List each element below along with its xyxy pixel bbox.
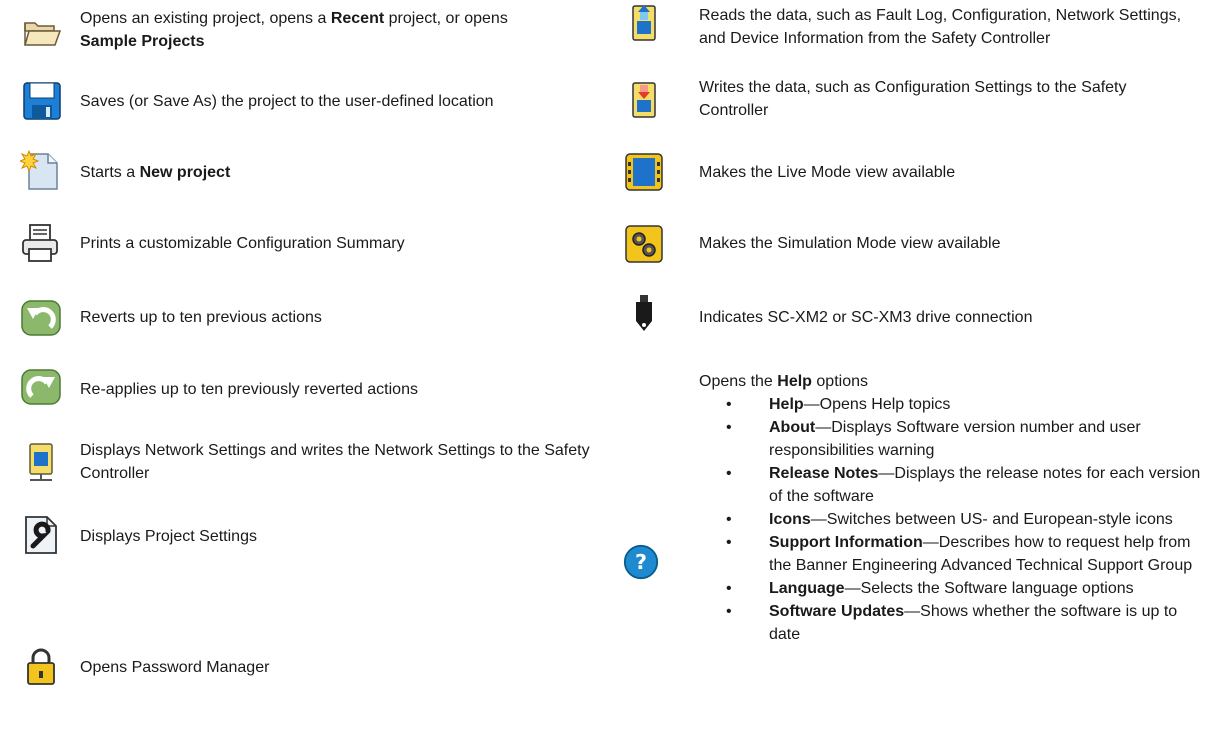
simulation-mode-description: Makes the Simulation Mode view available: [699, 235, 1001, 252]
svg-text:?: ?: [635, 550, 647, 574]
help-icon[interactable]: ?: [623, 544, 659, 580]
list-item: • Language—Selects the Software language …: [726, 580, 1134, 597]
password-description: Opens Password Manager: [80, 659, 270, 676]
project-settings-icon[interactable]: [21, 515, 61, 555]
simulation-mode-icon[interactable]: [624, 224, 664, 264]
list-item: • Icons—Switches between US- and European…: [726, 511, 1173, 528]
drive-description: Indicates SC-XM2 or SC-XM3 drive connect…: [699, 309, 1033, 326]
live-mode-description: Makes the Live Mode view available: [699, 164, 956, 181]
help-options-list: • Help—Opens Help topics • About—Displays …: [699, 393, 1204, 646]
print-description: Prints a customizable Configuration Summ…: [80, 235, 405, 252]
project-settings-description: Displays Project Settings: [80, 528, 257, 545]
list-item: • Support Information—Describes how to re…: [726, 534, 1193, 574]
redo-description: Re-applies up to ten previously reverted…: [80, 381, 418, 398]
new-project-description: Starts a New project: [80, 164, 231, 181]
open-folder-icon[interactable]: [22, 14, 62, 54]
open-description: Opens an existing project, opens a Recen…: [80, 10, 508, 50]
help-intro: Opens the Help options: [699, 373, 868, 390]
write-description: Writes the data, such as Configuration S…: [699, 79, 1127, 119]
read-from-controller-icon[interactable]: [624, 3, 664, 43]
help-description: Opens the Help options • Help—Opens Help …: [699, 370, 1204, 646]
live-mode-icon[interactable]: [624, 152, 664, 192]
padlock-icon[interactable]: [21, 646, 61, 686]
list-item: • Help—Opens Help topics: [726, 396, 951, 413]
new-project-icon[interactable]: [20, 150, 60, 190]
list-item: • Software Updates—Shows whether the soft…: [726, 603, 1178, 643]
printer-icon[interactable]: [20, 223, 60, 263]
save-disk-icon[interactable]: [22, 81, 62, 121]
network-settings-icon[interactable]: [22, 442, 62, 482]
undo-icon[interactable]: [21, 298, 61, 338]
undo-description: Reverts up to ten previous actions: [80, 309, 322, 326]
write-to-controller-icon[interactable]: [624, 80, 664, 120]
network-settings-description: Displays Network Settings and writes the…: [80, 442, 590, 482]
usb-drive-icon: [636, 295, 652, 331]
redo-icon[interactable]: [21, 367, 61, 407]
save-description: Saves (or Save As) the project to the us…: [80, 93, 494, 110]
list-item: • Release Notes—Displays the release note…: [726, 465, 1201, 505]
read-description: Reads the data, such as Fault Log, Confi…: [699, 7, 1182, 47]
list-item: • About—Displays Software version number …: [726, 419, 1141, 459]
